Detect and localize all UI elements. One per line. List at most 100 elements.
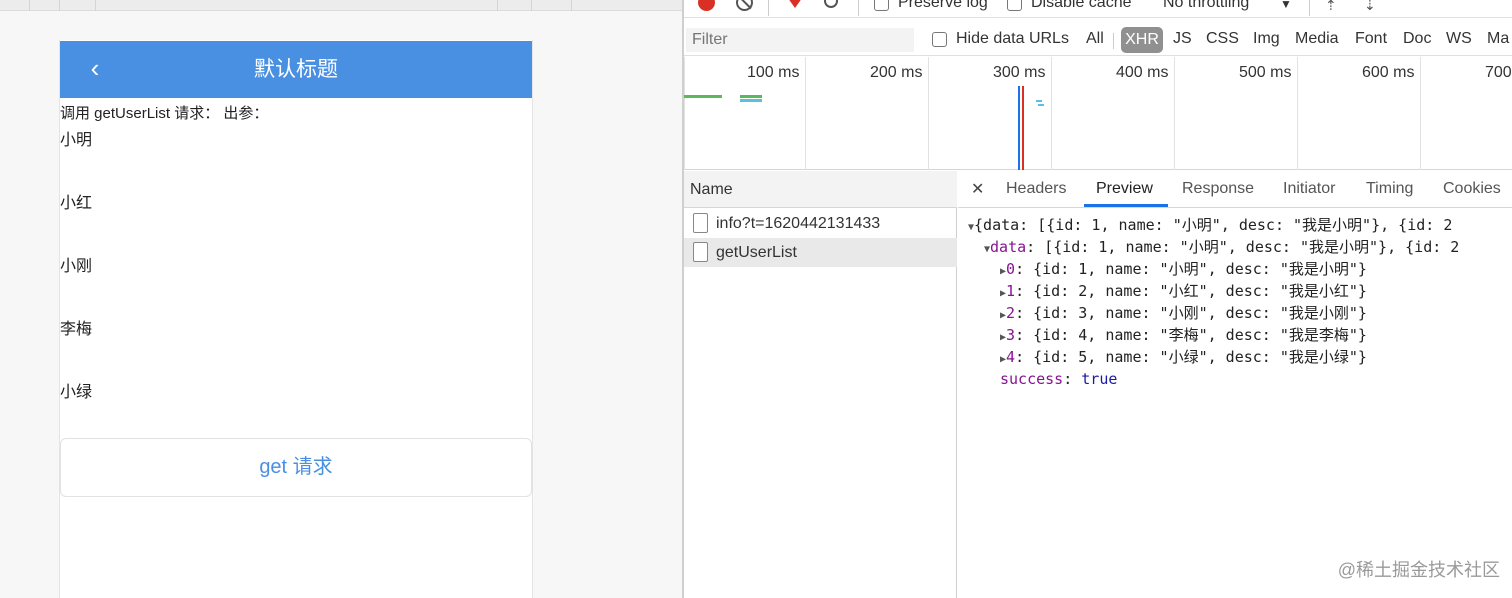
- throttling-select[interactable]: No throttling: [1163, 0, 1249, 12]
- filter-type-css[interactable]: CSS: [1206, 30, 1239, 48]
- filter-type-ws[interactable]: WS: [1446, 30, 1472, 48]
- json-array-item[interactable]: ▶1: {id: 2, name: "小红", desc: "我是小红"}: [1000, 280, 1367, 302]
- document-icon: [693, 242, 708, 262]
- json-value: : [{id: 1, name: "小明", desc: "我是小明"}, {i…: [1026, 238, 1460, 256]
- watermark: @稀土掘金技术社区: [1337, 560, 1500, 580]
- detail-tabs: ✕ Headers Preview Response Initiator Tim…: [958, 171, 1512, 208]
- toolbar-separator: [1309, 0, 1310, 16]
- request-row-selected[interactable]: getUserList: [684, 238, 957, 267]
- tab-segment[interactable]: [96, 0, 498, 11]
- request-list: Name info?t=1620442131433 getUserList: [684, 171, 957, 598]
- hide-data-urls-checkbox[interactable]: [932, 32, 947, 47]
- request-name: getUserList: [716, 244, 797, 261]
- json-array-item[interactable]: ▶3: {id: 4, name: "李梅", desc: "我是李梅"}: [1000, 324, 1367, 346]
- user-item: 小红: [60, 195, 93, 212]
- page-title: 默认标题: [254, 58, 338, 81]
- json-key: data: [990, 238, 1027, 256]
- json-array-item[interactable]: ▶4: {id: 5, name: "小绿", desc: "我是小绿"}: [1000, 346, 1367, 368]
- filter-icon[interactable]: [785, 0, 805, 8]
- toolbar-separator: [858, 0, 859, 16]
- tab-preview[interactable]: Preview: [1096, 180, 1153, 198]
- disable-cache-label: Disable cache: [1031, 0, 1132, 11]
- filter-type-manifest[interactable]: Ma: [1487, 30, 1509, 48]
- tab-timing[interactable]: Timing: [1366, 180, 1413, 198]
- json-data-line[interactable]: ▼data: [{id: 1, name: "小明", desc: "我是小明"…: [984, 236, 1512, 258]
- json-bool: true: [1081, 370, 1118, 388]
- timeline-gridline: [1297, 57, 1298, 170]
- hide-data-urls-label: Hide data URLs: [956, 30, 1069, 47]
- document-icon: [693, 213, 708, 233]
- json-item-text: : {id: 4, name: "李梅", desc: "我是李梅"}: [1015, 326, 1367, 344]
- filter-type-all[interactable]: All: [1086, 30, 1104, 48]
- request-row[interactable]: info?t=1620442131433: [684, 209, 957, 238]
- json-array-item[interactable]: ▶0: {id: 1, name: "小明", desc: "我是小明"}: [1000, 258, 1367, 280]
- json-item-text: : {id: 2, name: "小红", desc: "我是小红"}: [1015, 282, 1367, 300]
- filter-type-xhr[interactable]: XHR: [1121, 27, 1163, 53]
- json-root-text: {data: [{id: 1, name: "小明", desc: "我是小明"…: [974, 216, 1453, 234]
- json-key: success: [1000, 370, 1064, 388]
- waterfall-bar: [1038, 104, 1044, 106]
- export-har-icon[interactable]: ⇣: [1364, 0, 1376, 14]
- network-overview-timeline[interactable]: 100 ms 200 ms 300 ms 400 ms 500 ms 600 m…: [684, 57, 1512, 170]
- timeline-tick-label: 600 ms: [1362, 64, 1415, 81]
- request-name: info?t=1620442131433: [716, 215, 881, 232]
- timeline-tick-label: 400 ms: [1116, 64, 1169, 81]
- json-root-line[interactable]: ▼{data: [{id: 1, name: "小明", desc: "我是小明…: [968, 214, 1512, 236]
- close-icon[interactable]: ✕: [971, 179, 984, 199]
- clear-icon[interactable]: [736, 0, 753, 11]
- json-item-text: : {id: 3, name: "小刚", desc: "我是小刚"}: [1015, 304, 1367, 322]
- devtools-network-panel: Preserve log Disable cache No throttling…: [684, 0, 1512, 598]
- preserve-log-checkbox[interactable]: [874, 0, 889, 11]
- waterfall-bar: [684, 95, 722, 98]
- record-icon[interactable]: [698, 0, 715, 11]
- chevron-down-icon[interactable]: ▼: [1280, 0, 1292, 11]
- user-item: 李梅: [60, 321, 93, 338]
- import-har-icon[interactable]: ⇡: [1325, 0, 1337, 14]
- user-item: 小绿: [60, 384, 93, 401]
- tab-segment[interactable]: [60, 0, 96, 11]
- filter-type-media[interactable]: Media: [1295, 30, 1339, 48]
- app-preview-pane: ‹ 默认标题 调用 getUserList 请求： 出参： 小明 小红 小刚 李…: [0, 0, 682, 598]
- waterfall-bar: [740, 99, 762, 102]
- json-preview: ▼{data: [{id: 1, name: "小明", desc: "我是小明…: [958, 214, 1512, 394]
- get-request-button[interactable]: get 请求: [60, 438, 532, 497]
- tab-response[interactable]: Response: [1182, 180, 1254, 198]
- preserve-log-label: Preserve log: [898, 0, 988, 11]
- filter-separator: [1113, 33, 1114, 49]
- json-item-text: : {id: 5, name: "小绿", desc: "我是小绿"}: [1015, 348, 1367, 366]
- timeline-tick-label: 100 ms: [747, 64, 800, 81]
- timeline-gridline: [1174, 57, 1175, 170]
- network-toolbar: Preserve log Disable cache No throttling…: [684, 0, 1512, 18]
- tab-initiator[interactable]: Initiator: [1283, 180, 1335, 198]
- tab-segment[interactable]: [532, 0, 572, 11]
- timeline-tick-label: 200 ms: [870, 64, 923, 81]
- timeline-gridline: [1420, 57, 1421, 170]
- filter-type-doc[interactable]: Doc: [1403, 30, 1431, 48]
- active-tab-indicator: [1084, 204, 1168, 207]
- json-array-item[interactable]: ▶2: {id: 3, name: "小刚", desc: "我是小刚"}: [1000, 302, 1367, 324]
- disable-cache-checkbox[interactable]: [1007, 0, 1022, 11]
- filter-type-js[interactable]: JS: [1173, 30, 1192, 48]
- timeline-gridline: [1051, 57, 1052, 170]
- tab-cookies[interactable]: Cookies: [1443, 180, 1501, 198]
- phone-viewport: ‹ 默认标题 调用 getUserList 请求： 出参： 小明 小红 小刚 李…: [59, 40, 533, 598]
- tab-headers[interactable]: Headers: [1006, 180, 1066, 198]
- request-description: 调用 getUserList 请求： 出参：: [60, 105, 269, 122]
- name-column-header[interactable]: Name: [684, 171, 957, 208]
- json-success-line: success: true: [1000, 370, 1118, 388]
- json-index: 1: [1006, 282, 1016, 300]
- filter-type-font[interactable]: Font: [1355, 30, 1387, 48]
- tab-segment[interactable]: [30, 0, 60, 11]
- filter-type-img[interactable]: Img: [1253, 30, 1280, 48]
- filter-input[interactable]: [686, 28, 914, 52]
- search-icon[interactable]: [824, 0, 838, 8]
- filter-bar: Hide data URLs All XHR JS CSS Img Media …: [684, 26, 1512, 56]
- user-item: 小明: [60, 132, 93, 149]
- json-index: 4: [1006, 348, 1016, 366]
- timeline-tick-label: 300 ms: [993, 64, 1046, 81]
- tab-segment[interactable]: [498, 0, 532, 11]
- tab-segment[interactable]: [0, 0, 30, 11]
- timeline-gridline: [928, 57, 929, 170]
- timeline-tick-label: 500 ms: [1239, 64, 1292, 81]
- nav-bar: ‹ 默认标题: [60, 41, 532, 98]
